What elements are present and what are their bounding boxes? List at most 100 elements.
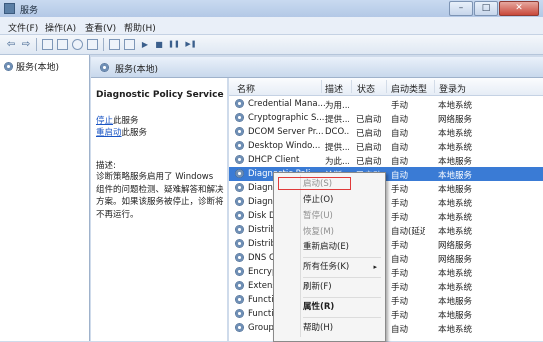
menu-item-start[interactable]: 启动(S) (303, 178, 332, 191)
menu-item-help[interactable]: 帮助(H) (303, 322, 333, 335)
description-pane: Diagnostic Policy Service 停止此服务 重启动 此服务 描… (91, 78, 227, 341)
column-header-startup-type[interactable]: 启动类型 (391, 82, 427, 95)
gear-icon (235, 169, 244, 178)
stop-service-link[interactable]: 停止 (96, 116, 113, 126)
window-title: 服务 (20, 6, 39, 16)
service-startup-type: 手动 (391, 297, 409, 307)
service-logon-as: 本地服务 (438, 297, 473, 307)
service-logon-as: 本地系统 (438, 325, 473, 335)
menu-separator (303, 277, 381, 278)
restart-service-link[interactable]: 重启动 (96, 128, 122, 138)
main-header-title: 服务(本地) (115, 65, 159, 75)
gear-icon (235, 127, 244, 136)
service-logon-as: 网络服务 (438, 115, 473, 125)
menu-file[interactable]: 文件(F) (8, 21, 38, 34)
menu-help[interactable]: 帮助(H) (124, 21, 156, 34)
gear-icon (235, 309, 244, 318)
show-hide-icon[interactable] (124, 39, 135, 50)
service-description: 为用... (325, 101, 349, 111)
column-header-logon-as[interactable]: 登录为 (439, 82, 466, 95)
gear-icon (235, 183, 244, 192)
menu-item-all-tasks[interactable]: 所有任务(K) ▸ (303, 261, 383, 274)
menu-separator (303, 317, 381, 318)
console-tree: 服务(本地) (0, 55, 90, 341)
service-status: 已启动 (356, 157, 382, 167)
service-logon-as: 本地系统 (438, 213, 473, 223)
service-row[interactable]: DHCP Client 为此... 已启动 自动 本地服务 (229, 153, 543, 167)
services-app-icon (4, 3, 15, 14)
export-list-icon[interactable] (87, 39, 98, 50)
service-name: DHCP Client (248, 155, 300, 165)
service-name: Credential Mana... (248, 99, 326, 109)
stop-service-suffix: 此服务 (113, 116, 139, 126)
stop-service-line: 停止此服务 (96, 114, 139, 126)
service-description: 提供... (325, 115, 349, 125)
main-header: 服务(本地) (91, 57, 543, 78)
service-status: 已启动 (356, 129, 382, 139)
refresh-icon[interactable] (72, 39, 83, 50)
start-service-icon[interactable]: ▶ (140, 39, 150, 50)
restart-service-icon[interactable]: ▶❚ (184, 39, 198, 50)
close-button[interactable]: ✕ (499, 1, 539, 16)
column-divider[interactable] (321, 80, 322, 93)
maximize-button[interactable]: □ (474, 1, 498, 16)
properties-icon[interactable] (57, 39, 68, 50)
title-bar: 服务 – □ ✕ (0, 0, 543, 17)
service-row[interactable]: Cryptographic S... 提供... 已启动 自动 网络服务 (229, 111, 543, 125)
service-startup-type: 自动 (391, 255, 409, 265)
menu-item-all-tasks-label: 所有任务(K) (303, 262, 350, 272)
service-logon-as: 本地服务 (438, 171, 473, 181)
service-startup-type: 自动 (391, 129, 409, 139)
service-startup-type: 手动 (391, 185, 409, 195)
menu-item-restart[interactable]: 重新启动(E) (303, 241, 349, 254)
menu-item-pause[interactable]: 暂停(U) (303, 210, 333, 223)
minimize-button[interactable]: – (449, 1, 473, 16)
service-startup-type: 自动 (391, 143, 409, 153)
service-logon-as: 本地服务 (438, 311, 473, 321)
service-logon-as: 本地系统 (438, 101, 473, 111)
service-startup-type: 手动 (391, 283, 409, 293)
help-icon[interactable] (109, 39, 120, 50)
description-text: 诊断策略服务启用了 Windows 组件的问题检测、疑难解答和解决方案。如果该服… (96, 172, 224, 220)
service-description: 为此... (325, 157, 349, 167)
service-logon-as: 本地系统 (438, 143, 473, 153)
gear-icon (235, 281, 244, 290)
menu-item-properties[interactable]: 属性(R) (303, 301, 334, 314)
service-description: 提供... (325, 143, 349, 153)
service-row[interactable]: Credential Mana... 为用... 手动 本地系统 (229, 97, 543, 111)
column-divider[interactable] (351, 80, 352, 93)
forward-arrow-icon[interactable]: ⇨ (20, 39, 32, 50)
gear-icon (235, 99, 244, 108)
menu-item-stop[interactable]: 停止(O) (303, 194, 333, 207)
service-row[interactable]: Desktop Windo... 提供... 已启动 自动 本地系统 (229, 139, 543, 153)
service-startup-type: 手动 (391, 101, 409, 111)
gear-icon (235, 225, 244, 234)
menu-item-resume[interactable]: 恢复(M) (303, 226, 334, 239)
gear-icon (235, 295, 244, 304)
column-header-name[interactable]: 名称 (237, 82, 255, 95)
column-divider[interactable] (434, 80, 435, 93)
tree-item-local-services[interactable]: 服务(本地) (4, 60, 59, 73)
pause-service-icon[interactable]: ❚❚ (168, 39, 180, 50)
service-logon-as: 网络服务 (438, 241, 473, 251)
menu-separator (303, 257, 381, 258)
menu-action[interactable]: 操作(A) (45, 21, 76, 34)
gear-icon (235, 155, 244, 164)
gear-icon (235, 141, 244, 150)
console-tree-icon[interactable] (42, 39, 53, 50)
service-logon-as: 本地系统 (438, 199, 473, 209)
service-startup-type: 手动 (391, 311, 409, 321)
service-name-heading: Diagnostic Policy Service (96, 90, 224, 100)
column-header-description[interactable]: 描述 (325, 82, 343, 95)
menu-view[interactable]: 查看(V) (85, 21, 116, 34)
service-logon-as: 本地系统 (438, 129, 473, 139)
column-divider[interactable] (386, 80, 387, 93)
back-arrow-icon[interactable]: ⇦ (5, 39, 17, 50)
menu-item-refresh[interactable]: 刷新(F) (303, 281, 332, 294)
description-label: 描述: (96, 161, 116, 171)
stop-service-icon[interactable]: ■ (154, 39, 164, 50)
column-header-status[interactable]: 状态 (357, 82, 375, 95)
service-row[interactable]: DCOM Server Pr...DCO... 已启动自动 本地系统 (229, 125, 543, 139)
service-name: DCOM Server Pr... (248, 127, 324, 137)
service-logon-as: 本地系统 (438, 283, 473, 293)
